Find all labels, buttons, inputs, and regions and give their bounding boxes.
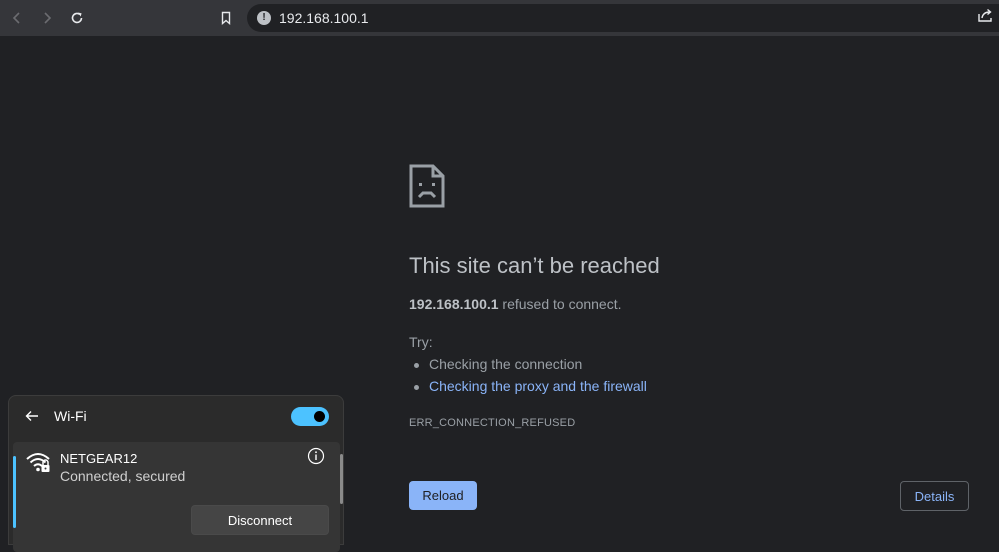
wifi-title: Wi-Fi	[54, 408, 87, 424]
arrow-left-icon[interactable]	[24, 408, 40, 424]
wifi-toggle[interactable]	[291, 407, 329, 426]
share-icon[interactable]	[977, 7, 993, 23]
chevron-left-icon	[12, 12, 20, 24]
toggle-knob	[314, 411, 325, 422]
error-code: ERR_CONNECTION_REFUSED	[409, 417, 576, 429]
address-bar[interactable]: ! 192.168.100.1	[247, 4, 999, 32]
info-circle-icon[interactable]	[307, 447, 325, 465]
network-name: NETGEAR12	[60, 451, 138, 466]
error-detail: 192.168.100.1 refused to connect.	[409, 296, 622, 312]
selected-accent-bar	[13, 456, 16, 528]
back-button[interactable]	[5, 6, 29, 30]
error-detail-suffix: refused to connect.	[498, 296, 622, 312]
bookmark-button[interactable]	[214, 6, 238, 30]
suggestion-check-proxy-link[interactable]: Checking the proxy and the firewall	[414, 378, 647, 394]
error-host: 192.168.100.1	[409, 296, 499, 312]
reload-toolbar-button[interactable]	[65, 6, 89, 30]
error-title: This site can’t be reached	[409, 253, 660, 278]
suggestion-check-connection: Checking the connection	[413, 356, 583, 372]
forward-button[interactable]	[35, 6, 59, 30]
chevron-right-icon	[44, 12, 52, 24]
try-label: Try:	[409, 334, 433, 350]
wifi-secured-icon	[26, 453, 50, 472]
wifi-flyout: Wi-Fi NETGEAR12 Connected, secured Disco…	[8, 395, 344, 552]
reload-button[interactable]: Reload	[409, 481, 477, 510]
scrollbar[interactable]	[340, 454, 343, 504]
refresh-icon	[71, 12, 83, 24]
disconnect-button[interactable]: Disconnect	[191, 505, 329, 535]
browser-toolbar: ! 192.168.100.1	[0, 0, 999, 36]
info-icon[interactable]: !	[257, 11, 271, 25]
sad-document-icon	[409, 164, 445, 208]
address-url[interactable]: 192.168.100.1	[279, 10, 369, 26]
network-item[interactable]: NETGEAR12 Connected, secured Disconnect	[13, 442, 340, 552]
details-button[interactable]: Details	[900, 481, 969, 511]
bookmark-icon	[221, 11, 231, 25]
network-status: Connected, secured	[60, 468, 186, 484]
